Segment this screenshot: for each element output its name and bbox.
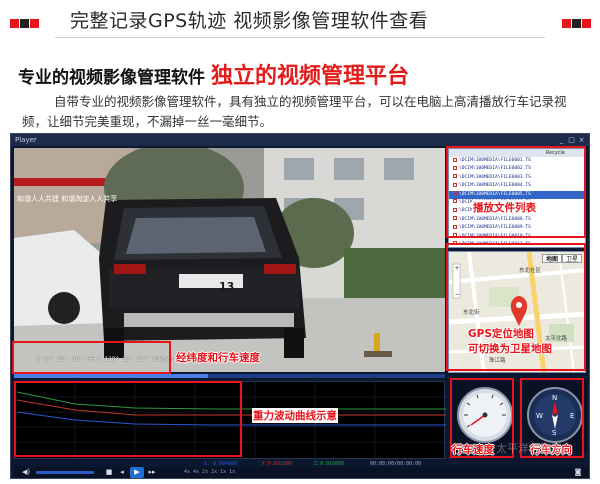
minimize-button[interactable]: _ [557,136,566,144]
close-button[interactable]: × [577,136,586,144]
intro-paragraph: 自带专业的视频影像管理软件，具有独立的视频管理平台，可以在电脑上高清播放行车记录… [22,94,567,129]
volume-slider[interactable] [36,471,94,474]
decor-square [562,19,571,28]
decor-square [10,19,19,28]
speed-buttons[interactable]: 4x 4x 2x 2x 1x 1x [184,468,235,477]
top-banner: 完整记录GPS轨迹 视频影像管理软件查看 [0,0,600,44]
watermark: 太平洋电脑网 [496,442,562,455]
decor-square [572,19,581,28]
next-icon[interactable]: ▸▸ [147,468,157,477]
speed-label: 行车速度 [452,444,494,456]
stop-icon[interactable]: ■ [104,468,114,477]
file-list-highlight [446,146,586,238]
seek-bar[interactable] [14,374,445,378]
volume-icon[interactable]: ◀) [20,468,32,477]
player-titlebar: Player _ □ × [11,134,589,146]
gravity-highlight [14,381,242,457]
seek-bar-fill [14,374,208,378]
decor-square [582,19,591,28]
prev-icon[interactable]: ◂ [117,468,127,477]
banner-title: 完整记录GPS轨迹 视频影像管理软件查看 [70,10,429,32]
heading-red: 独立的视频管理平台 [211,64,410,89]
file-list-label: 播放文件列表 [472,200,537,215]
gravity-label: 重力波动曲线示意 [252,408,338,423]
map-label-line1: GPS定位地图 [468,328,534,340]
section-heading: 专业的视频影像管理软件 独立的视频管理平台 [18,58,588,89]
player-controls: ◀) ■ ◂ ▶ ▸▸ 4x 4x 2x 2x 1x 1x ◙ [14,467,588,478]
gps-speed-highlight [12,341,171,374]
banner-divider [55,37,545,38]
decor-square [30,19,39,28]
license-plate-text: 13 [219,280,235,293]
decor-square [20,19,29,28]
gps-speed-label: 经纬度和行车速度 [176,352,260,364]
video-frame-illustration [14,148,445,372]
camera-icon[interactable]: ◙ [572,468,584,477]
video-view[interactable]: 和谐人人共建 和谐淘淀人人共享 13 N 31° 59' 59" 56 E 11… [14,148,445,372]
player-title: Player [15,136,37,144]
map-label-line2: 可切换为卫星地图 [468,343,552,355]
street-banner-text: 和谐人人共建 和谐淘淀人人共享 [17,195,118,203]
play-icon[interactable]: ▶ [130,467,144,478]
maximize-button[interactable]: □ [567,136,576,144]
heading-black: 专业的视频影像管理软件 [18,68,205,88]
